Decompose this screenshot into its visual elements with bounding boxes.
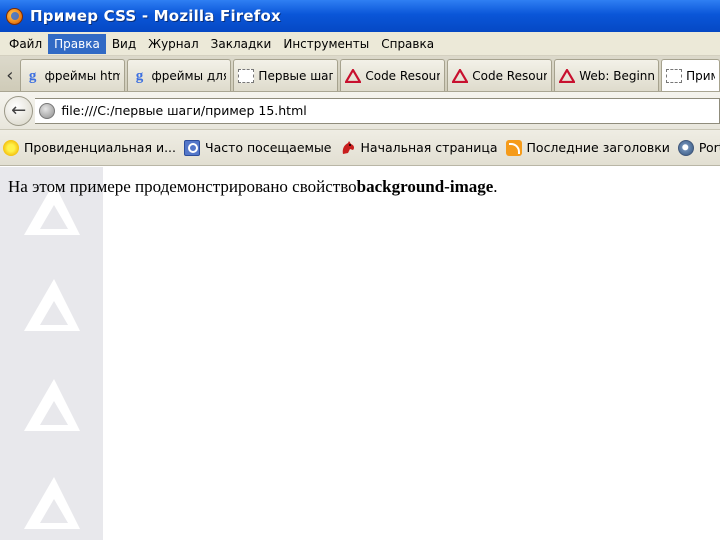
tab-code-resources-1[interactable]: Code Resour... (340, 59, 446, 91)
red-triangle-icon (452, 68, 469, 83)
navigation-bar: ← file:///C:/первые шаги/пример 15.html (0, 92, 720, 130)
background-logo-icon (24, 279, 80, 331)
tab-label: фреймы для... (151, 68, 227, 83)
tab-first-steps[interactable]: Первые шаг... (233, 59, 339, 91)
menu-bookmarks[interactable]: Закладки (205, 34, 278, 54)
bookmark-label: Начальная страница (360, 140, 498, 155)
menu-file[interactable]: Файл (3, 34, 48, 54)
tab-strip: ‹ g фреймы html... g фреймы для... Первы… (0, 56, 720, 92)
bookmark-label: Провиденциальная и... (24, 140, 176, 155)
rss-icon (505, 139, 522, 156)
tab-web-beginning[interactable]: Web: Beginni... (554, 59, 660, 91)
property-name: background-image (356, 177, 494, 196)
background-logo-icon (24, 379, 80, 431)
menu-history[interactable]: Журнал (142, 34, 205, 54)
bookmark-portableapps[interactable]: PortableApps.com (677, 139, 720, 156)
tab-label: Web: Beginni... (579, 68, 654, 83)
page-content: На этом примере продемонстрировано свойс… (0, 167, 720, 540)
paragraph-text: На этом примере продемонстрировано свойс… (8, 177, 357, 196)
bookmark-label: PortableApps.com (698, 140, 720, 155)
background-logo-icon (24, 477, 80, 529)
url-bar[interactable]: file:///C:/первые шаги/пример 15.html (35, 97, 720, 124)
bookmark-label: Последние заголовки (526, 140, 670, 155)
google-g-icon: g (28, 67, 37, 84)
url-text: file:///C:/первые шаги/пример 15.html (61, 103, 307, 118)
sun-icon (3, 139, 19, 156)
menu-help[interactable]: Справка (375, 34, 440, 54)
window-title: Пример CSS - Mozilla Firefox (30, 7, 281, 25)
menu-view[interactable]: Вид (106, 34, 142, 54)
bookmark-latest-headlines[interactable]: Последние заголовки (505, 139, 670, 156)
bookmark-label: Часто посещаемые (205, 140, 332, 155)
tab-frames-html[interactable]: g фреймы html... (19, 59, 125, 91)
red-fox-icon (342, 140, 354, 154)
tab-label: Приме (686, 68, 715, 83)
menu-edit[interactable]: Правка (48, 33, 106, 54)
search-icon (184, 139, 200, 156)
bookmark-most-visited[interactable]: Часто посещаемые (184, 139, 332, 156)
back-arrow-icon: ← (11, 100, 27, 121)
tab-label: Code Resour... (365, 68, 441, 83)
back-button[interactable]: ← (4, 95, 34, 126)
tab-label: фреймы html... (44, 68, 120, 83)
menu-bar: Файл Правка Вид Журнал Закладки Инструме… (0, 32, 720, 56)
tab-label: Первые шаг... (258, 68, 334, 83)
tab-frames-for[interactable]: g фреймы для... (126, 59, 232, 91)
red-triangle-icon (345, 68, 362, 83)
tab-example-active[interactable]: Приме (661, 59, 720, 91)
tab-label: Code Resour... (472, 68, 548, 83)
blank-page-icon (238, 68, 255, 83)
menu-tools[interactable]: Инструменты (277, 34, 375, 54)
site-identity-globe-icon (39, 102, 56, 119)
background-image-strip (0, 167, 103, 540)
tab-scroll-left-button[interactable]: ‹ (0, 59, 20, 91)
portableapps-icon (677, 139, 694, 156)
bookmark-home-page[interactable]: Начальная страница (340, 140, 498, 156)
bookmarks-toolbar: Провиденциальная и... Часто посещаемые Н… (0, 130, 720, 166)
window-titlebar: Пример CSS - Mozilla Firefox (0, 0, 720, 32)
blank-page-icon (666, 68, 683, 83)
red-triangle-icon (559, 68, 576, 83)
paragraph-end: . (493, 177, 498, 196)
google-g-icon: g (135, 67, 144, 84)
page-paragraph: На этом примере продемонстрировано свойс… (8, 177, 498, 197)
firefox-logo-icon (6, 7, 23, 25)
bookmark-providential[interactable]: Провиденциальная и... (3, 139, 176, 156)
tab-code-resources-2[interactable]: Code Resour... (447, 59, 553, 91)
